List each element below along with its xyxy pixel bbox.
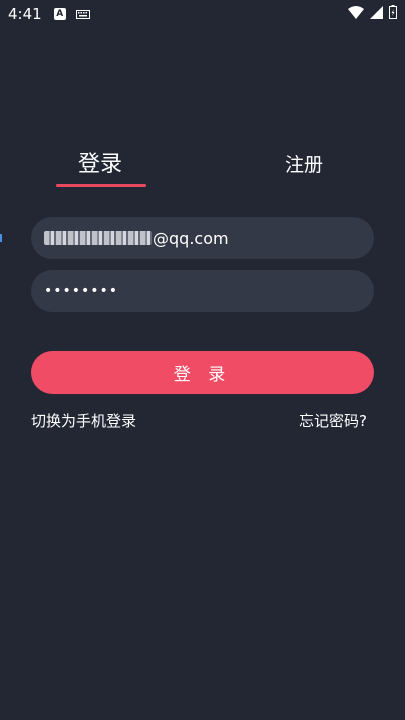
account-input[interactable]: @qq.com [31,217,374,259]
login-button[interactable]: 登 录 [31,351,374,394]
password-input[interactable]: •••••••• [31,270,374,312]
status-bar: 4:41 A [0,0,405,28]
tab-login[interactable]: 登录 [78,146,122,178]
cellular-signal-icon [370,5,383,19]
account-suffix: @qq.com [153,228,229,248]
obscured-account-text [44,231,152,245]
forgot-password-link[interactable]: 忘记密码? [299,410,367,431]
status-time: 4:41 [8,5,42,23]
keyboard-icon [75,9,90,19]
status-icons [348,5,397,19]
battery-icon [389,5,397,19]
notification-a-icon: A [53,8,66,20]
active-tab-underline [56,184,146,187]
tab-register[interactable]: 注册 [285,150,323,177]
wifi-icon [348,5,364,19]
password-mask: •••••••• [44,283,119,299]
switch-to-phone-login-link[interactable]: 切换为手机登录 [31,410,136,431]
edge-indicator [0,234,2,242]
